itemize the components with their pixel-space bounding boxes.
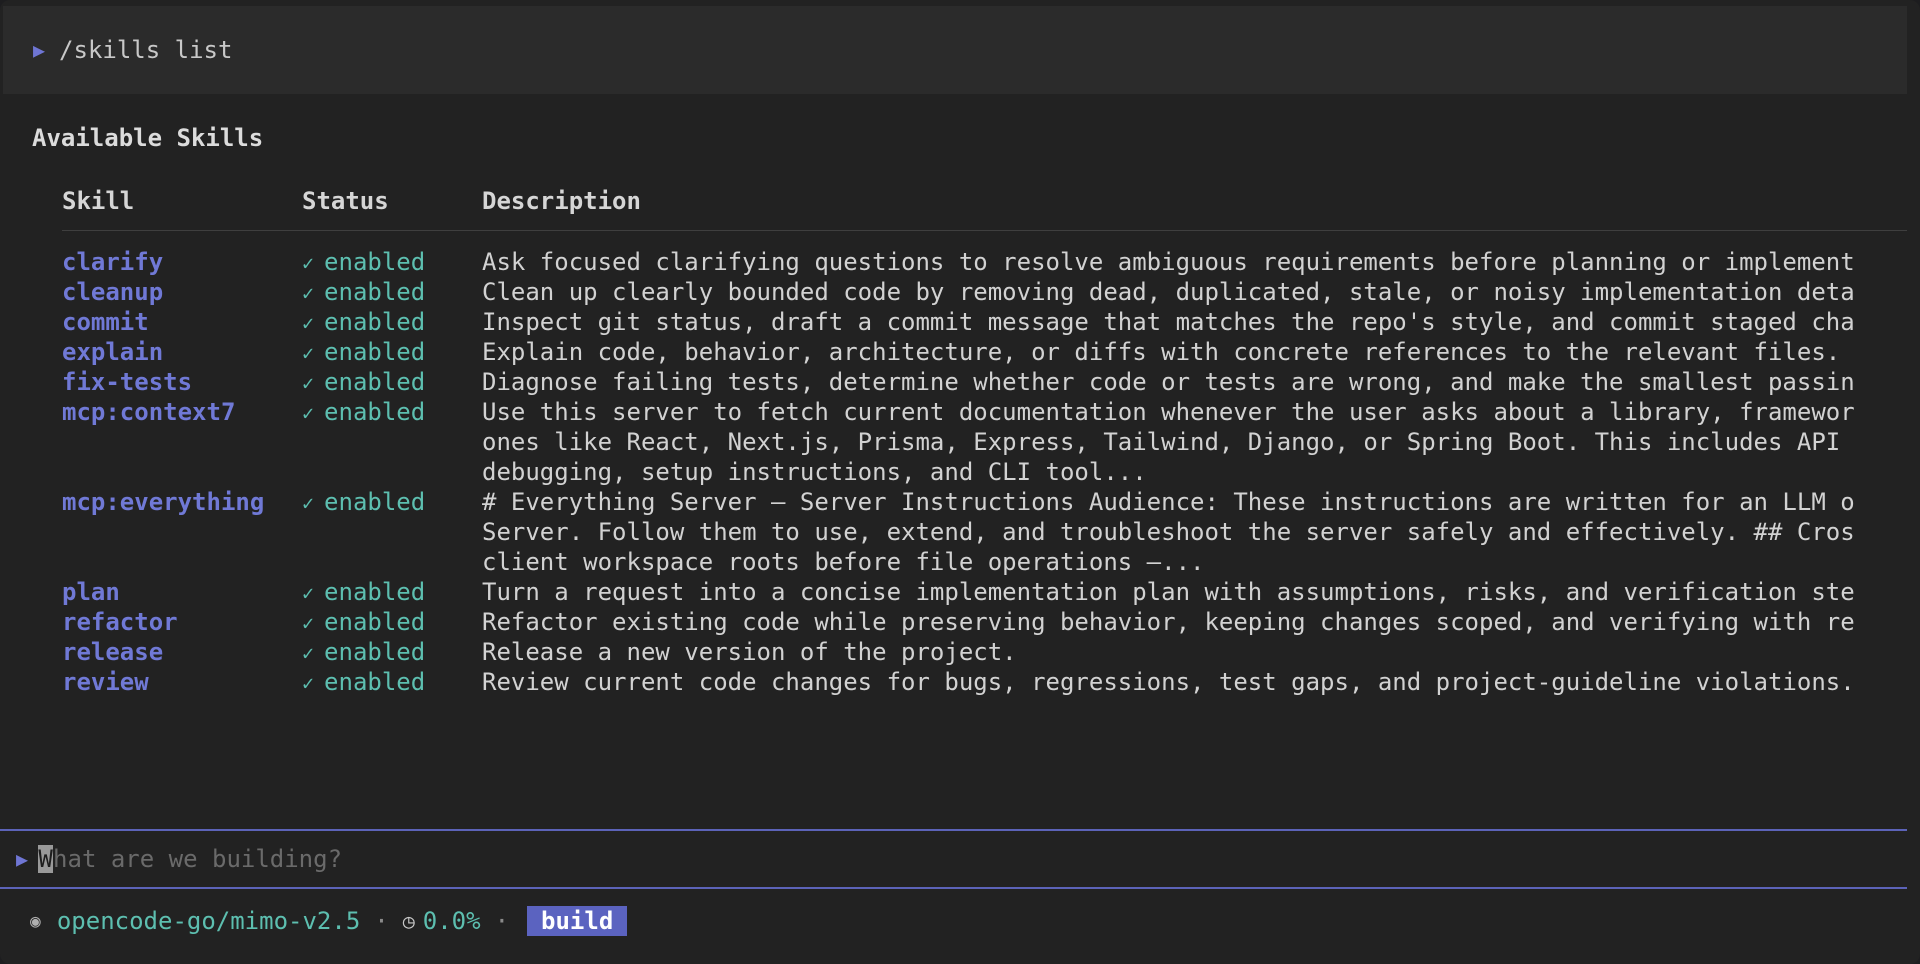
skill-description: Inspect git status, draft a commit messa…: [482, 308, 1855, 336]
skill-description: Turn a request into a concise implementa…: [482, 578, 1855, 606]
skill-name[interactable]: clarify: [62, 247, 163, 277]
skill-name[interactable]: mcp:everything: [62, 487, 264, 517]
header-description: Description: [482, 187, 641, 215]
separator: ·: [494, 907, 510, 935]
table-body: clarify ✓ enabled Ask focused clarifying qu…: [62, 231, 1907, 697]
status-label: enabled: [324, 368, 426, 396]
skill-name[interactable]: mcp:context7: [62, 397, 235, 427]
skill-description: Diagnose failing tests, determine whethe…: [482, 368, 1855, 396]
status-label: enabled: [324, 398, 426, 426]
checkmark-icon: ✓: [302, 581, 315, 605]
table-row: mcp:everything ✓ enabled # Everything Serve…: [62, 487, 1907, 577]
status-label: enabled: [324, 308, 426, 336]
checkmark-icon: ✓: [302, 311, 315, 335]
skill-description: Clean up clearly bounded code by removin…: [482, 278, 1855, 306]
terminal-window: ▶ /skills list Available Skills Skill St…: [0, 0, 1920, 964]
checkmark-icon: ✓: [302, 281, 315, 305]
checkmark-icon: ✓: [302, 401, 315, 425]
skill-description: Ask focused clarifying questions to reso…: [482, 248, 1855, 276]
table-row: fix-tests ✓ enabled Diagnose failing tests,…: [62, 367, 1907, 397]
skill-status: ✓ enabled: [302, 607, 425, 638]
text-cursor: W: [38, 845, 54, 873]
status-bar: ◉ opencode-go/mimo-v2.5 · ◷ 0.0% · build: [30, 905, 628, 937]
status-label: enabled: [324, 608, 426, 636]
table-row: clarify ✓ enabled Ask focused clarifying qu…: [62, 247, 1907, 277]
table-row: mcp:context7 ✓ enabled Use this server to f…: [62, 397, 1907, 487]
checkmark-icon: ✓: [302, 641, 315, 665]
skill-status: ✓ enabled: [302, 637, 425, 668]
checkmark-icon: ✓: [302, 611, 315, 635]
checkmark-icon: ✓: [302, 491, 315, 515]
section-title: Available Skills: [32, 124, 264, 152]
play-triangle-icon: ▶: [33, 38, 46, 62]
skill-status: ✓ enabled: [302, 277, 425, 308]
header-skill: Skill: [62, 187, 135, 215]
skill-status: ✓ enabled: [302, 247, 425, 278]
status-label: enabled: [324, 638, 426, 666]
status-label: enabled: [324, 248, 426, 276]
prompt-input[interactable]: ▶ W hat are we building?: [0, 829, 1907, 889]
status-label: enabled: [324, 338, 426, 366]
separator: ·: [374, 907, 389, 935]
command-text: /skills list: [59, 36, 233, 64]
skill-status: ✓ enabled: [302, 577, 425, 608]
skill-status: ✓ enabled: [302, 367, 425, 398]
checkmark-icon: ✓: [302, 341, 315, 365]
checkmark-icon: ✓: [302, 371, 315, 395]
skill-status: ✓ enabled: [302, 307, 425, 338]
skill-description: Review current code changes for bugs, re…: [482, 668, 1855, 696]
status-label: enabled: [324, 668, 426, 696]
table-row: refactor ✓ enabled Refactor existing code w…: [62, 607, 1907, 637]
skill-status: ✓ enabled: [302, 337, 425, 368]
skill-description: Use this server to fetch current documen…: [482, 398, 1855, 486]
skill-name[interactable]: explain: [62, 337, 163, 367]
skill-status: ✓ enabled: [302, 487, 425, 518]
clock-icon: ◷: [402, 909, 415, 933]
skill-name[interactable]: refactor: [62, 607, 178, 637]
checkmark-icon: ✓: [302, 251, 315, 275]
skill-status: ✓ enabled: [302, 667, 425, 698]
checkmark-icon: ✓: [302, 671, 315, 695]
table-header: Skill Status Description: [62, 184, 1907, 231]
mode-badge[interactable]: build: [527, 906, 628, 936]
status-label: enabled: [324, 578, 426, 606]
skill-name[interactable]: review: [62, 667, 149, 697]
table-row: plan ✓ enabled Turn a request into a concis…: [62, 577, 1907, 607]
model-name[interactable]: opencode-go/mimo-v2.5: [57, 907, 360, 935]
usage-percent: 0.0%: [422, 907, 481, 935]
skill-name[interactable]: release: [62, 637, 163, 667]
header-status: Status: [302, 187, 389, 215]
skill-description: Explain code, behavior, architecture, or…: [482, 338, 1841, 366]
table-row: cleanup ✓ enabled Clean up clearly bounded …: [62, 277, 1907, 307]
skill-name[interactable]: fix-tests: [62, 367, 192, 397]
skill-status: ✓ enabled: [302, 397, 425, 428]
input-placeholder: hat are we building?: [53, 845, 343, 873]
table-row: commit ✓ enabled Inspect git status, draft …: [62, 307, 1907, 337]
skill-name[interactable]: plan: [62, 577, 120, 607]
skill-name[interactable]: commit: [62, 307, 149, 337]
command-echo: ▶ /skills list: [3, 6, 1907, 94]
table-row: release ✓ enabled Release a new version of …: [62, 637, 1907, 667]
skills-table: Skill Status Description clarify ✓ enabled…: [62, 184, 1907, 697]
status-label: enabled: [324, 278, 426, 306]
skill-description: # Everything Server – Server Instruction…: [482, 488, 1855, 576]
status-label: enabled: [324, 488, 426, 516]
status-dot-icon: ◉: [30, 910, 41, 932]
skill-name[interactable]: cleanup: [62, 277, 163, 307]
skill-description: Release a new version of the project.: [482, 638, 1017, 666]
skill-description: Refactor existing code while preserving …: [482, 608, 1855, 636]
table-row: explain ✓ enabled Explain code, behavior, a…: [62, 337, 1907, 367]
play-triangle-icon: ▶: [16, 847, 29, 871]
table-row: review ✓ enabled Review current code change…: [62, 667, 1907, 697]
